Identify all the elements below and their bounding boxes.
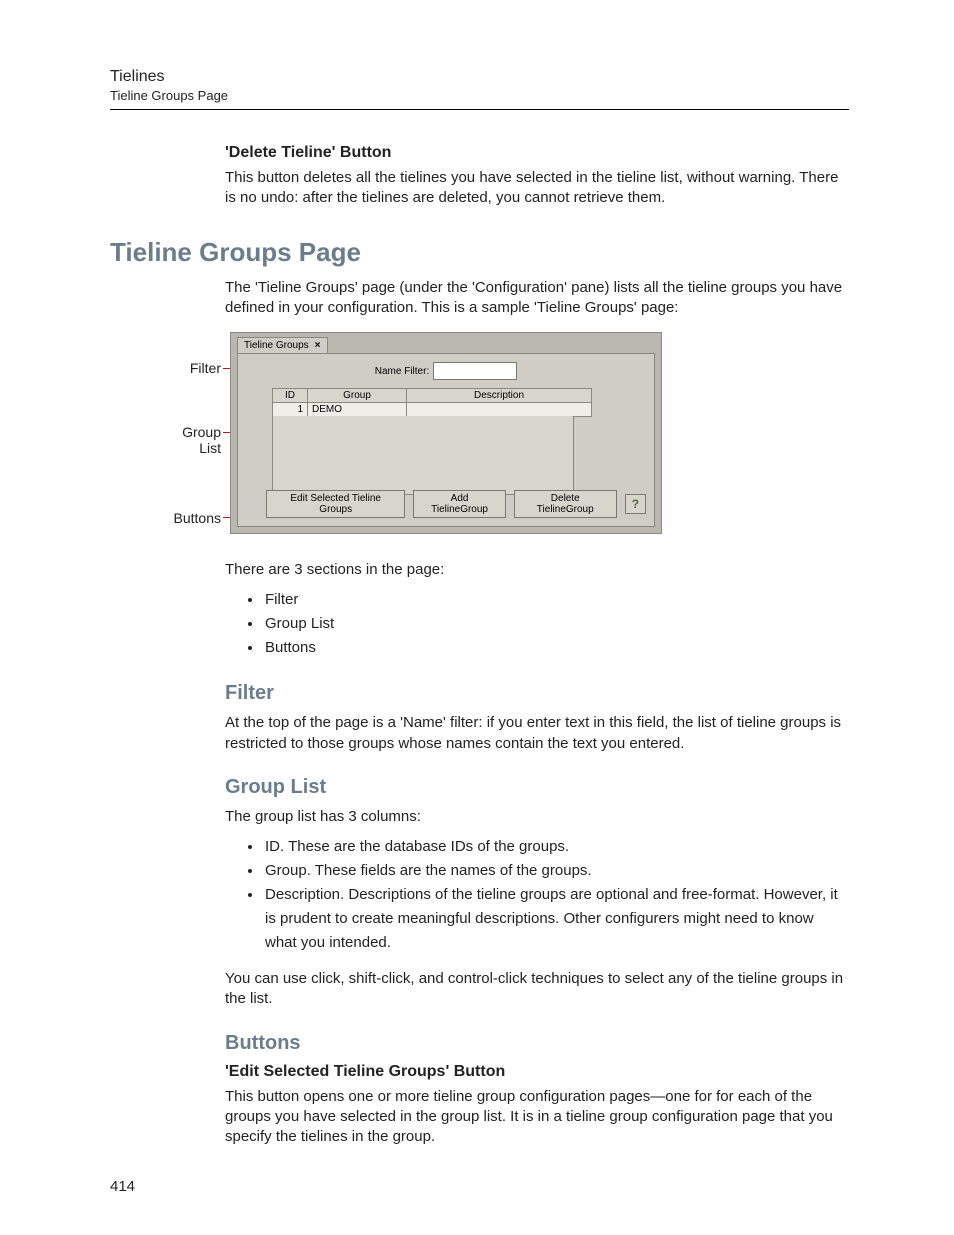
list-item: Group List	[263, 612, 849, 636]
name-filter-input[interactable]	[433, 362, 517, 380]
list-item: Filter	[263, 588, 849, 612]
button-row: Edit Selected Tieline Groups Add Tieline…	[266, 490, 646, 518]
delete-tieline-heading: 'Delete Tieline' Button	[225, 144, 849, 162]
group-list-heading: Group List	[225, 776, 849, 799]
cell-group: DEMO	[308, 403, 407, 417]
delete-tieline-para: This button deletes all the tielines you…	[225, 168, 849, 209]
table-row[interactable]: 1 DEMO	[273, 403, 592, 417]
col-group[interactable]: Group	[308, 389, 407, 403]
group-table: ID Group Description 1 DEMO	[272, 388, 592, 417]
main-heading: Tieline Groups Page	[110, 237, 849, 268]
table-header-row: ID Group Description	[273, 389, 592, 403]
group-list-items: ID. These are the database IDs of the gr…	[225, 835, 849, 955]
callout-group-label-1: Group	[182, 424, 221, 440]
callout-filter-label: Filter	[190, 360, 221, 376]
list-item: Description. Descriptions of the tieline…	[263, 883, 849, 955]
callout-group-label-2: List	[199, 440, 221, 456]
screenshot-figure: Filter Group List Buttons Tieline Groups…	[165, 332, 849, 542]
edit-selected-heading: 'Edit Selected Tieline Groups' Button	[225, 1063, 849, 1081]
edit-selected-button[interactable]: Edit Selected Tieline Groups	[266, 490, 405, 518]
buttons-heading: Buttons	[225, 1032, 849, 1055]
col-id[interactable]: ID	[273, 389, 308, 403]
content-body: 'Delete Tieline' Button This button dele…	[225, 144, 849, 1147]
group-list-outro: You can use click, shift-click, and cont…	[225, 969, 849, 1010]
list-item: Group. These fields are the names of the…	[263, 859, 849, 883]
add-tielinegroup-button[interactable]: Add TielineGroup	[413, 490, 505, 518]
list-item: ID. These are the database IDs of the gr…	[263, 835, 849, 859]
table-empty-area	[272, 416, 574, 495]
intro-para: The 'Tieline Groups' page (under the 'Co…	[225, 278, 849, 319]
sections-list: Filter Group List Buttons	[225, 588, 849, 660]
edit-selected-para: This button opens one or more tieline gr…	[225, 1087, 849, 1148]
header-chapter: Tielines	[110, 68, 849, 86]
col-description[interactable]: Description	[407, 389, 592, 403]
list-item: Buttons	[263, 636, 849, 660]
filter-para: At the top of the page is a 'Name' filte…	[225, 713, 849, 754]
help-icon[interactable]: ?	[625, 494, 646, 514]
tab-body: Name Filter: ID Group Description 1 DEMO	[237, 353, 655, 527]
cell-id: 1	[273, 403, 308, 417]
filter-label: Name Filter:	[375, 366, 429, 377]
tab-label: Tieline Groups	[244, 340, 309, 351]
filter-heading: Filter	[225, 682, 849, 705]
document-page: Tielines Tieline Groups Page 'Delete Tie…	[0, 0, 954, 1235]
cell-description	[407, 403, 592, 417]
filter-row: Name Filter:	[238, 362, 654, 380]
header-rule	[110, 109, 849, 110]
page-number: 414	[110, 1178, 135, 1195]
after-shot-para: There are 3 sections in the page:	[225, 560, 849, 580]
delete-tielinegroup-button[interactable]: Delete TielineGroup	[514, 490, 617, 518]
callout-buttons-label: Buttons	[174, 510, 221, 526]
close-icon[interactable]: ×	[315, 340, 321, 351]
header-section: Tieline Groups Page	[110, 88, 849, 103]
tab-tieline-groups[interactable]: Tieline Groups ×	[237, 337, 328, 353]
screenshot-window: Tieline Groups × Name Filter: ID Group D…	[230, 332, 662, 534]
group-list-intro: The group list has 3 columns:	[225, 807, 849, 827]
